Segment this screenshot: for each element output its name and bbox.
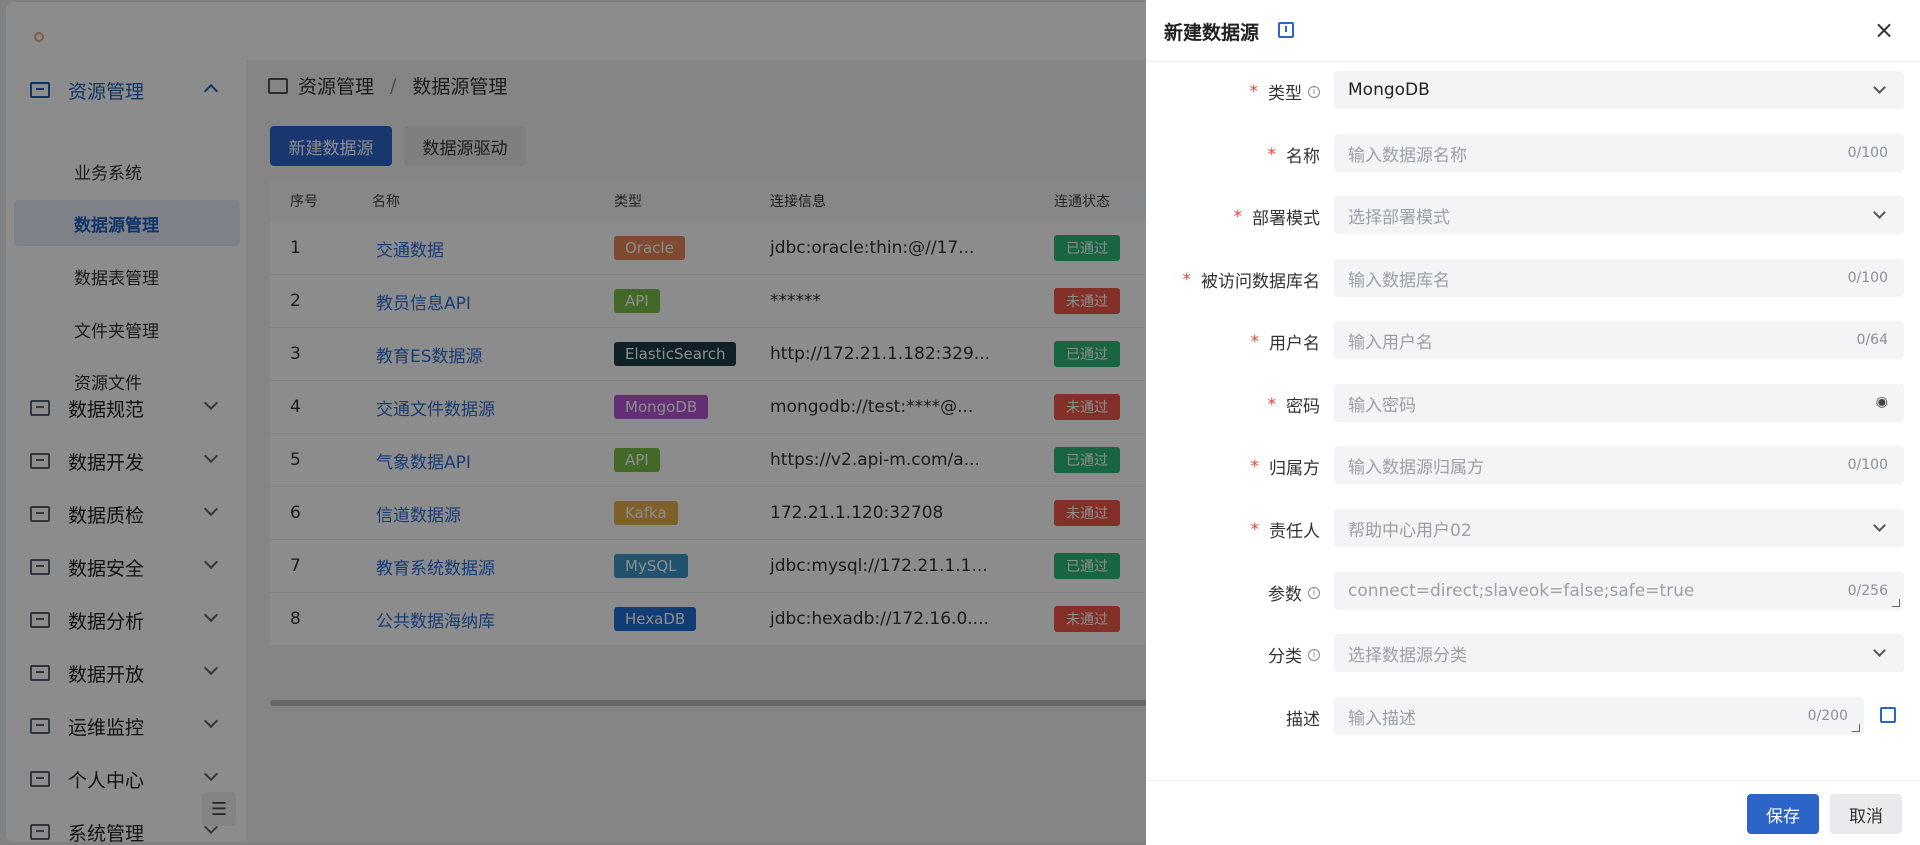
form-row: 描述 输入描述 0/200 — [1146, 697, 1920, 737]
char-counter: 0/100 — [1847, 457, 1888, 473]
form-row: * 责任人 帮助中心用户02 — [1146, 509, 1920, 549]
field-label-text: 参数 — [1268, 585, 1302, 605]
field-label: 分类 i — [1268, 642, 1320, 667]
field-text: connect=direct;slaveok=false;safe=true — [1348, 581, 1695, 601]
chevron-down-icon — [1873, 81, 1886, 94]
field-text: 输入用户名 — [1348, 332, 1433, 353]
char-counter: 0/256 — [1847, 583, 1888, 599]
field-text: 输入数据源名称 — [1348, 145, 1467, 166]
required-mark: * — [1233, 206, 1243, 227]
field-text: 输入描述 — [1348, 708, 1416, 729]
form-row: 参数 i connect=direct;slaveok=false;safe=tru… — [1146, 572, 1920, 612]
field-label: * 名称 — [1267, 142, 1321, 168]
field-label: * 用户名 — [1250, 329, 1321, 355]
field-label: 参数 i — [1268, 580, 1320, 605]
field-text: 输入密码 — [1348, 395, 1416, 416]
field-input-2[interactable]: 选择部署模式 — [1334, 196, 1904, 234]
field-label: * 归属方 — [1250, 454, 1321, 480]
field-label-text: 名称 — [1286, 147, 1320, 167]
save-button[interactable]: 保存 — [1747, 794, 1819, 834]
field-label-text: 描述 — [1286, 710, 1320, 730]
field-label: * 类型 i — [1249, 79, 1320, 104]
field-label: * 密码 — [1267, 392, 1321, 418]
field-label-text: 密码 — [1286, 397, 1320, 417]
field-label-text: 被访问数据库名 — [1201, 272, 1320, 292]
form-row: * 名称 输入数据源名称 0/100 — [1146, 134, 1920, 174]
chevron-down-icon — [1873, 206, 1886, 219]
field-input-6[interactable]: 输入数据源归属方 0/100 — [1334, 446, 1904, 484]
field-input-10[interactable]: 输入描述 0/200 — [1334, 697, 1864, 735]
required-mark: * — [1267, 144, 1277, 165]
form-row: * 部署模式 选择部署模式 — [1146, 196, 1920, 236]
char-counter: 0/64 — [1856, 332, 1888, 348]
field-label: * 被访问数据库名 — [1182, 267, 1321, 293]
new-datasource-drawer: 新建数据源 × * 类型 i MongoDB * 名称 输入数据源名称 0/100 * 部署模式选… — [1146, 0, 1920, 845]
drawer-header: 新建数据源 × — [1146, 0, 1920, 62]
field-text: 帮助中心用户02 — [1348, 520, 1472, 541]
resize-handle[interactable] — [1852, 724, 1860, 732]
eye-off-icon[interactable]: ◉ — [1876, 394, 1888, 410]
required-mark: * — [1267, 394, 1277, 415]
help-book-icon[interactable] — [1278, 22, 1294, 38]
required-mark: * — [1249, 81, 1259, 102]
field-input-5[interactable]: 输入密码 ◉ — [1334, 384, 1904, 422]
required-mark: * — [1250, 519, 1260, 540]
field-input-3[interactable]: 输入数据库名 0/100 — [1334, 259, 1904, 297]
char-counter: 0/100 — [1847, 145, 1888, 161]
drawer-footer: 保存 取消 — [1146, 780, 1920, 845]
form-row: * 被访问数据库名 输入数据库名 0/100 — [1146, 259, 1920, 299]
form-row: * 类型 i MongoDB — [1146, 71, 1920, 111]
form-row: * 密码 输入密码 ◉ — [1146, 384, 1920, 424]
info-icon[interactable]: i — [1308, 586, 1320, 599]
required-mark: * — [1250, 331, 1260, 352]
field-label-text: 部署模式 — [1252, 209, 1320, 229]
field-text: 输入数据源归属方 — [1348, 457, 1484, 478]
field-label-text: 责任人 — [1269, 522, 1320, 542]
field-label-text: 归属方 — [1269, 459, 1320, 479]
cancel-button[interactable]: 取消 — [1830, 794, 1902, 834]
field-label: 描述 — [1286, 705, 1320, 730]
char-counter: 0/100 — [1847, 270, 1888, 286]
field-input-9[interactable]: 选择数据源分类 — [1334, 634, 1904, 672]
chevron-down-icon — [1873, 519, 1886, 532]
field-text: 输入数据库名 — [1348, 270, 1450, 291]
field-label: * 部署模式 — [1233, 204, 1321, 230]
field-input-8[interactable]: connect=direct;slaveok=false;safe=true 0/… — [1334, 572, 1904, 610]
resize-handle[interactable] — [1892, 599, 1900, 607]
info-icon[interactable]: i — [1308, 85, 1320, 98]
chevron-down-icon — [1873, 644, 1886, 657]
form-row: * 归属方 输入数据源归属方 0/100 — [1146, 446, 1920, 486]
field-input-0[interactable]: MongoDB — [1334, 71, 1904, 109]
field-input-1[interactable]: 输入数据源名称 0/100 — [1334, 134, 1904, 172]
required-mark: * — [1182, 269, 1192, 290]
field-text: 选择数据源分类 — [1348, 645, 1467, 666]
field-label: * 责任人 — [1250, 517, 1321, 543]
field-label-text: 用户名 — [1269, 334, 1320, 354]
close-icon[interactable]: × — [1874, 16, 1894, 44]
required-mark: * — [1250, 456, 1260, 477]
char-counter: 0/200 — [1807, 708, 1848, 724]
info-icon[interactable]: i — [1308, 648, 1320, 661]
field-input-4[interactable]: 输入用户名 0/64 — [1334, 321, 1904, 359]
insert-template-icon[interactable] — [1880, 707, 1896, 723]
field-label-text: 分类 — [1268, 647, 1302, 667]
form-row: * 用户名 输入用户名 0/64 — [1146, 321, 1920, 361]
field-text: MongoDB — [1348, 80, 1430, 100]
drawer-title: 新建数据源 — [1164, 22, 1260, 44]
form-row: 分类 i 选择数据源分类 — [1146, 634, 1920, 674]
field-text: 选择部署模式 — [1348, 207, 1450, 228]
field-input-7[interactable]: 帮助中心用户02 — [1334, 509, 1904, 547]
field-label-text: 类型 — [1268, 84, 1302, 104]
